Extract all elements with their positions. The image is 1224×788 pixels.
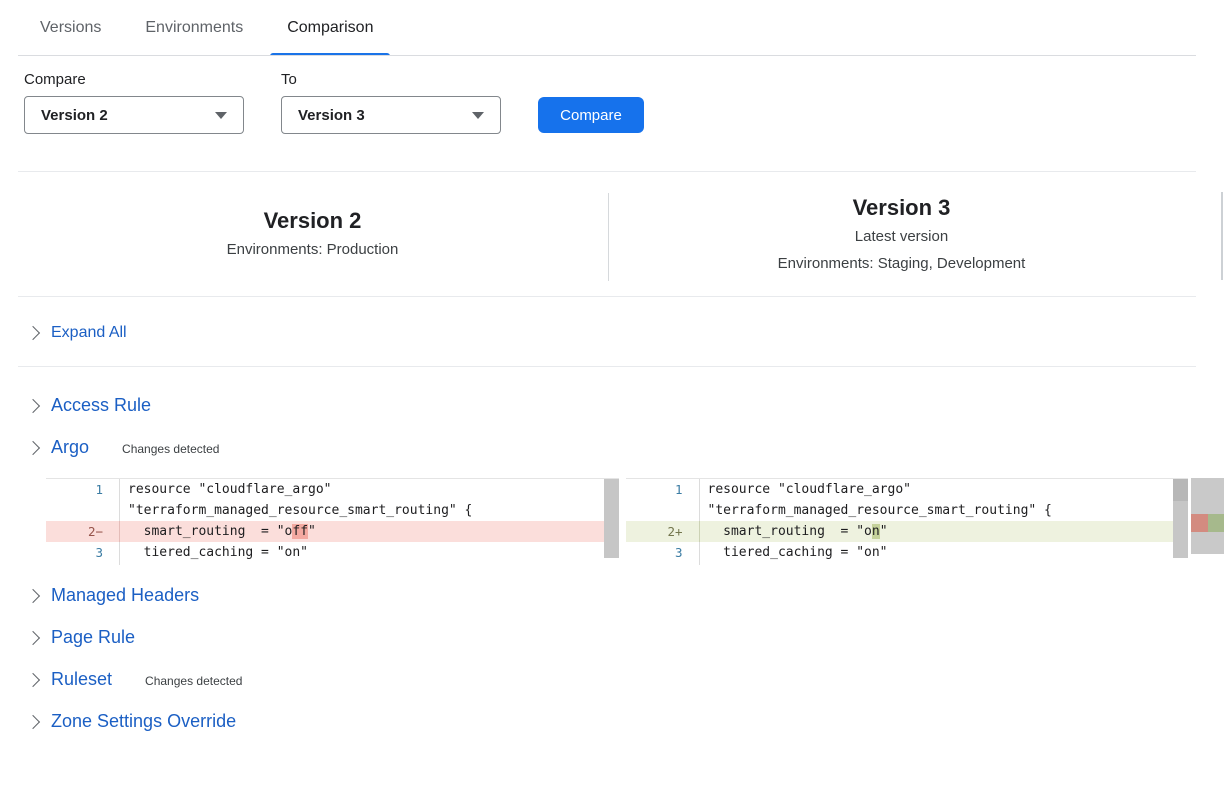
section-zone-settings-override[interactable]: Zone Settings Override <box>28 710 1224 733</box>
to-label: To <box>281 71 501 88</box>
code-line: 3 tiered_caching = "on" <box>626 542 1189 563</box>
line-number: 2+ <box>626 521 700 542</box>
scrollbar[interactable] <box>604 479 619 558</box>
version-headers: Version 2 Environments: Production Versi… <box>18 171 1196 297</box>
section-label: Ruleset <box>51 669 112 690</box>
chevron-down-icon <box>472 112 484 119</box>
argo-diff-viewer: 1 resource "cloudflare_argo" "terraform_… <box>46 478 1224 565</box>
scrollbar[interactable] <box>1173 479 1188 558</box>
compare-form: Compare Version 2 To Version 3 Compare <box>0 57 1224 134</box>
section-label: Zone Settings Override <box>51 711 236 732</box>
chevron-right-icon <box>26 326 40 340</box>
code-text: resource "cloudflare_argo" <box>120 479 332 500</box>
line-number <box>626 500 700 521</box>
chevron-right-icon <box>26 440 40 454</box>
changes-detected-badge: Changes detected <box>122 442 219 456</box>
chevron-right-icon <box>26 672 40 686</box>
line-number: 3 <box>46 542 120 563</box>
chevron-right-icon <box>26 398 40 412</box>
right-version-header: Version 3 Latest version Environments: S… <box>607 172 1196 296</box>
line-number: 2− <box>46 521 120 542</box>
comparison-sections: Access Rule Argo Changes detected 1 reso… <box>0 394 1224 733</box>
line-number <box>46 500 120 521</box>
tab-bar-divider <box>18 55 1196 56</box>
diff-pane-left: 1 resource "cloudflare_argo" "terraform_… <box>46 478 619 565</box>
line-number: 1 <box>46 479 120 500</box>
minimap-removed-block <box>1191 514 1208 532</box>
line-number: 3 <box>626 542 700 563</box>
code-line-clipped: } <box>46 563 619 565</box>
tab-comparison[interactable]: Comparison <box>270 0 390 56</box>
right-version-environments: Environments: Staging, Development <box>607 253 1196 275</box>
expand-all-label: Expand All <box>51 324 127 342</box>
right-version-latest-label: Latest version <box>607 226 1196 248</box>
line-number: 1 <box>626 479 700 500</box>
code-line-wrap: "terraform_managed_resource_smart_routin… <box>46 500 619 521</box>
code-text: } <box>700 563 716 565</box>
compare-to-value: Version 3 <box>298 107 365 124</box>
code-text: } <box>120 563 136 565</box>
removed-inline-highlight: ff <box>292 524 308 539</box>
left-version-title: Version 2 <box>18 207 607 234</box>
section-label: Managed Headers <box>51 585 199 606</box>
code-text: tiered_caching = "on" <box>700 542 888 563</box>
compare-button[interactable]: Compare <box>538 97 644 133</box>
section-access-rule[interactable]: Access Rule <box>28 394 1224 417</box>
code-line: 3 tiered_caching = "on" <box>46 542 619 563</box>
code-text: smart_routing = "off" <box>120 521 316 542</box>
compare-from-value: Version 2 <box>41 107 108 124</box>
code-line: 1 resource "cloudflare_argo" <box>626 479 1189 500</box>
code-text: "terraform_managed_resource_smart_routin… <box>700 500 1052 521</box>
chevron-down-icon <box>215 112 227 119</box>
tab-bar: Versions Environments Comparison <box>0 0 1224 57</box>
changes-detected-badge: Changes detected <box>145 674 242 688</box>
section-ruleset[interactable]: Ruleset Changes detected <box>28 668 1224 691</box>
code-line: 1 resource "cloudflare_argo" <box>46 479 619 500</box>
section-label: Page Rule <box>51 627 135 648</box>
diff-pane-right: 1 resource "cloudflare_argo" "terraform_… <box>626 478 1189 565</box>
page-scrollbar[interactable] <box>1221 192 1223 280</box>
tab-environments[interactable]: Environments <box>128 0 260 56</box>
section-label: Argo <box>51 437 89 458</box>
line-number <box>46 563 120 565</box>
section-page-rule[interactable]: Page Rule <box>28 626 1224 649</box>
compare-from-select[interactable]: Version 2 <box>24 96 244 134</box>
tab-versions[interactable]: Versions <box>23 0 118 56</box>
minimap-added-block <box>1208 514 1224 532</box>
code-text: resource "cloudflare_argo" <box>700 479 912 500</box>
right-version-title: Version 3 <box>607 194 1196 221</box>
compare-to-select[interactable]: Version 3 <box>281 96 501 134</box>
left-version-header: Version 2 Environments: Production <box>18 172 607 296</box>
code-text: smart_routing = "on" <box>700 521 888 542</box>
left-version-environments: Environments: Production <box>18 239 607 261</box>
line-number <box>626 563 700 565</box>
added-inline-highlight: n <box>872 524 880 539</box>
compare-label: Compare <box>24 71 244 88</box>
chevron-right-icon <box>26 588 40 602</box>
code-text: "terraform_managed_resource_smart_routin… <box>120 500 472 521</box>
expand-all-button[interactable]: Expand All <box>18 297 1196 367</box>
code-text: tiered_caching = "on" <box>120 542 308 563</box>
code-line-wrap: "terraform_managed_resource_smart_routin… <box>626 500 1189 521</box>
section-argo[interactable]: Argo Changes detected <box>28 436 1224 459</box>
code-line-removed: 2− smart_routing = "off" <box>46 521 619 542</box>
scrollbar-thumb[interactable] <box>1173 479 1188 501</box>
section-managed-headers[interactable]: Managed Headers <box>28 584 1224 607</box>
code-line-clipped: } <box>626 563 1189 565</box>
diff-minimap[interactable] <box>1191 478 1224 554</box>
chevron-right-icon <box>26 630 40 644</box>
code-line-added: 2+ smart_routing = "on" <box>626 521 1189 542</box>
chevron-right-icon <box>26 714 40 728</box>
column-divider <box>608 193 609 281</box>
section-label: Access Rule <box>51 395 151 416</box>
